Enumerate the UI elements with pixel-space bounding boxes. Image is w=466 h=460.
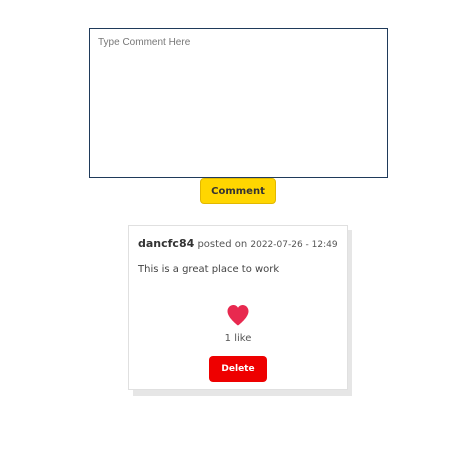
- post-author: dancfc84: [138, 237, 195, 250]
- comment-input[interactable]: [89, 28, 388, 178]
- post-meta: dancfc84 posted on 2022-07-26 - 12:49: [138, 237, 338, 250]
- posted-on-label: posted on: [197, 239, 248, 250]
- post-body: This is a great place to work: [138, 264, 280, 275]
- comment-submit-button[interactable]: Comment: [200, 178, 276, 204]
- delete-button[interactable]: Delete: [209, 356, 267, 382]
- post-date: 2022-07-26 - 12:49: [250, 240, 338, 250]
- heart-icon[interactable]: [226, 304, 250, 326]
- post-card: dancfc84 posted on 2022-07-26 - 12:49 Th…: [128, 225, 348, 390]
- like-count: 1 like: [224, 333, 252, 344]
